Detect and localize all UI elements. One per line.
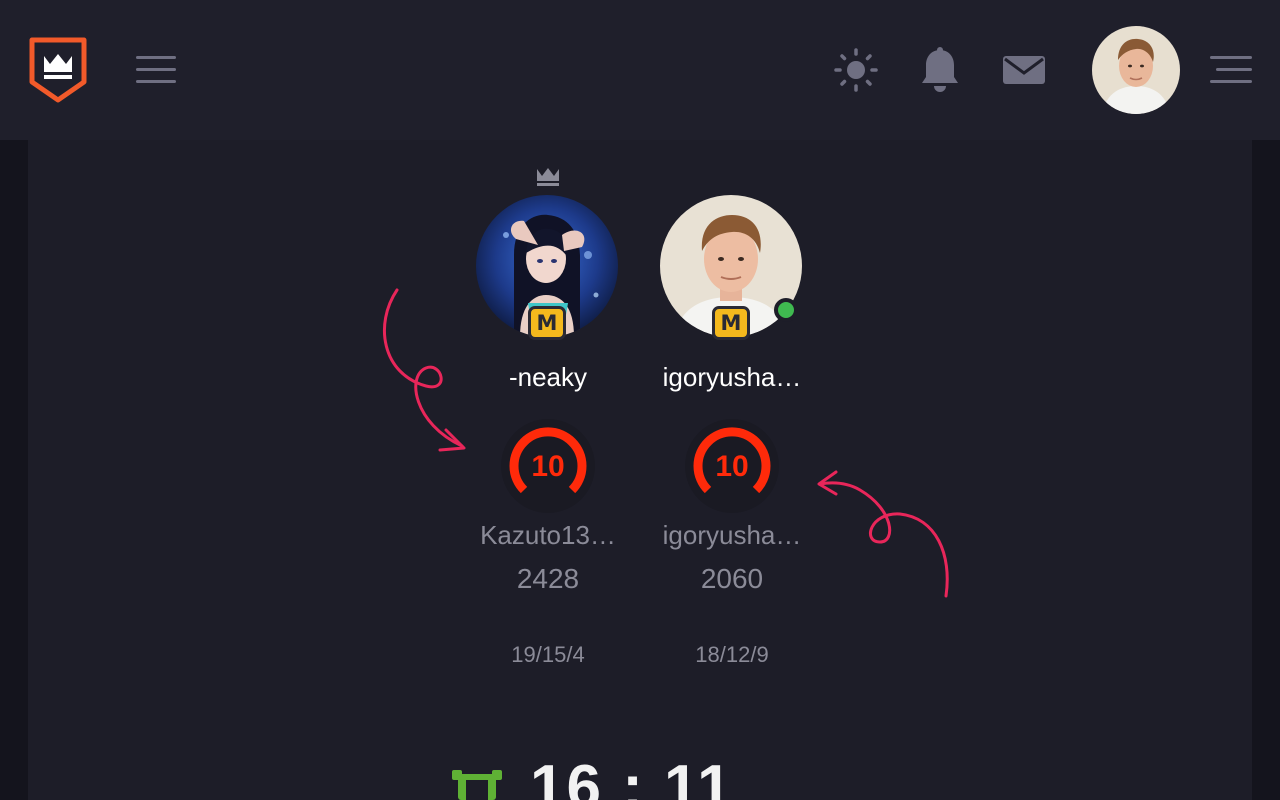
- match-score: 16 : 11: [530, 753, 734, 800]
- player-name[interactable]: igoryusha…: [637, 362, 827, 393]
- online-status-dot: [774, 298, 798, 322]
- team-icon: [452, 770, 502, 800]
- mail-icon[interactable]: [1002, 52, 1046, 88]
- skill-level-icon: 10: [684, 418, 780, 514]
- annotation-arrow: [370, 284, 480, 454]
- player-name[interactable]: -neaky: [453, 362, 643, 393]
- rank-badge: M: [712, 306, 750, 340]
- match-panel: [28, 140, 1252, 800]
- skill-level-icon: 10: [500, 418, 596, 514]
- crown-icon: [535, 166, 561, 188]
- elo-value: 2060: [700, 563, 764, 594]
- shield-crown-logo[interactable]: [26, 34, 90, 106]
- faceit-nickname[interactable]: igoryusha…: [637, 520, 827, 551]
- menu-right-icon[interactable]: [1210, 54, 1252, 86]
- faceit-nickname[interactable]: Kazuto13…: [453, 520, 643, 551]
- skill-level-value: 10: [531, 450, 564, 483]
- rank-badge: M: [528, 306, 566, 340]
- bell-icon[interactable]: [920, 46, 960, 94]
- top-navbar: [0, 0, 1280, 140]
- kda-stats: 18/12/9: [695, 642, 769, 667]
- menu-icon[interactable]: [136, 54, 176, 86]
- elo-value: 2428: [516, 563, 580, 594]
- sun-icon[interactable]: [834, 48, 878, 92]
- skill-level-value: 10: [715, 450, 748, 483]
- annotation-arrow: [810, 464, 960, 604]
- kda-stats: 19/15/4: [511, 642, 585, 667]
- avatar[interactable]: [1092, 26, 1180, 114]
